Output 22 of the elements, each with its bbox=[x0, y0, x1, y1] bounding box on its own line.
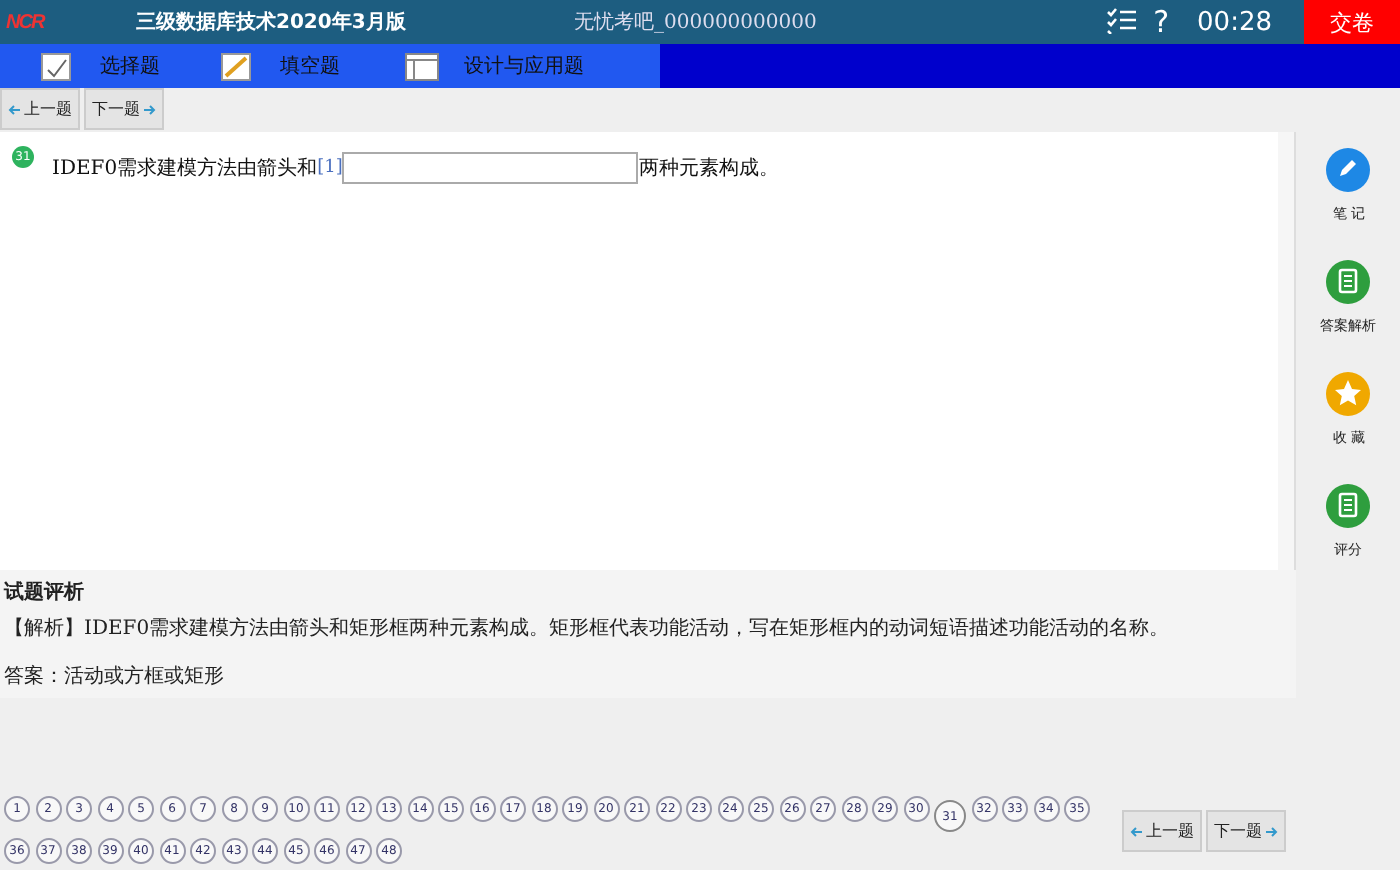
right-arrow-icon bbox=[142, 103, 156, 115]
exam-title: 无忧考吧_000000000000 bbox=[572, 9, 819, 36]
question-text: IDEF0需求建模方法由箭头和 bbox=[52, 155, 318, 182]
analysis-title: 试题评析 bbox=[4, 579, 86, 606]
previous-button[interactable]: 上一题 bbox=[1122, 810, 1202, 852]
timer: 00:28 bbox=[1197, 7, 1272, 37]
right-arrow-icon bbox=[1264, 825, 1278, 837]
logo: NCR bbox=[6, 11, 44, 33]
left-arrow-icon bbox=[1130, 825, 1144, 837]
question-text: 两种元素构成。 bbox=[638, 155, 779, 182]
answer-field[interactable] bbox=[342, 152, 639, 184]
next-button[interactable]: 下一题 bbox=[1206, 810, 1286, 852]
next-button[interactable]: 下一题 bbox=[84, 88, 164, 130]
submit-button[interactable]: 交卷 bbox=[1304, 0, 1400, 44]
previous-button[interactable]: 上一题 bbox=[0, 88, 80, 130]
left-arrow-icon bbox=[8, 103, 22, 115]
answer-text: 答案：活动或方框或矩形 bbox=[4, 663, 226, 690]
app-title: 三级数据库技术2020年3月版 bbox=[136, 8, 406, 36]
help-button[interactable]: ? bbox=[1153, 4, 1170, 40]
blank-label: [1] bbox=[317, 158, 343, 178]
explanation-text: 【解析】IDEF0需求建模方法由箭头和矩形框两种元素构成。矩形框代表功能活动，写在矩形框内的动词短语描述功能活动的名称。 bbox=[4, 615, 1172, 642]
pencil-icon bbox=[1326, 148, 1370, 192]
